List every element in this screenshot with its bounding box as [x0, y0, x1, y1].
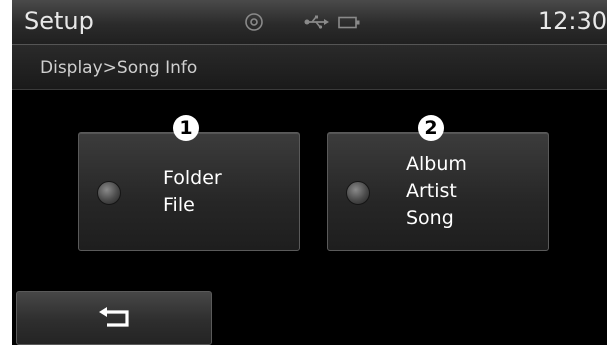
disc-icon [244, 12, 264, 36]
option-line: Folder [163, 167, 222, 189]
song-info-option-folder-file[interactable]: Folder File [78, 132, 300, 251]
option-label: Folder File [163, 165, 222, 219]
callout-marker: 2 [418, 115, 444, 141]
back-arrow-icon [97, 307, 133, 333]
usb-icon [304, 14, 330, 34]
clock: 12:30 [537, 7, 607, 35]
head-unit-display: Setup 12:30 Display>Song Info Folder Fil… [12, 0, 607, 345]
option-line: Album [406, 153, 467, 175]
status-bar: Setup 12:30 [12, 0, 607, 45]
back-button[interactable] [16, 291, 212, 345]
song-info-option-album-artist-song[interactable]: Album Artist Song [327, 132, 549, 251]
battery-icon [338, 15, 362, 34]
radio-button-icon[interactable] [346, 180, 370, 205]
option-line: File [163, 194, 195, 216]
callout-marker: 1 [173, 115, 199, 141]
option-label: Album Artist Song [406, 151, 467, 232]
app-title: Setup [24, 7, 94, 35]
breadcrumb-bar: Display>Song Info [12, 45, 607, 90]
radio-button-icon[interactable] [97, 180, 121, 205]
option-line: Song [406, 207, 454, 229]
screenshot-frame: Setup 12:30 Display>Song Info Folder Fil… [0, 0, 607, 345]
breadcrumb: Display>Song Info [40, 58, 198, 78]
option-line: Artist [406, 180, 457, 202]
